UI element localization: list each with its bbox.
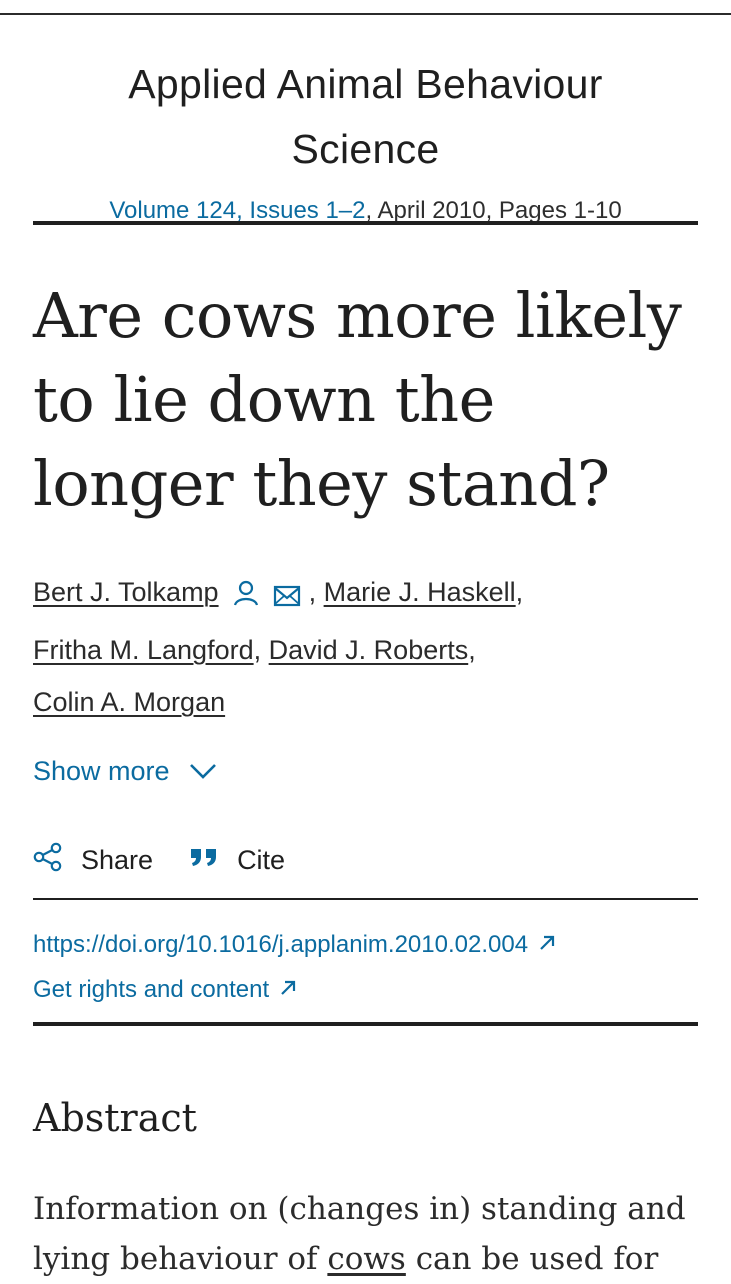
rights-link-text: Get rights and content <box>33 976 270 1003</box>
top-divider <box>0 13 731 15</box>
links-divider <box>33 1022 698 1026</box>
author-line-2: Fritha M. Langford, David J. Roberts, <box>33 624 701 676</box>
author-separator: , <box>515 577 524 607</box>
share-button[interactable]: Share <box>33 842 153 879</box>
cite-button[interactable]: Cite <box>189 845 285 876</box>
doi-link[interactable]: https://doi.org/10.1016/j.applanim.2010.… <box>33 922 556 967</box>
author-separator: , <box>468 635 476 665</box>
share-label: Share <box>81 845 154 875</box>
external-link-icon <box>269 967 297 1012</box>
envelope-icon[interactable] <box>273 572 301 624</box>
author-link[interactable]: Colin A. Morgan <box>33 687 225 717</box>
chevron-down-icon <box>188 756 218 787</box>
journal-title[interactable]: Applied Animal Behaviour Science <box>0 52 731 182</box>
share-icon <box>33 842 81 879</box>
header-divider <box>33 221 698 225</box>
issue-details: , April 2010, Pages 1-10 <box>365 197 622 224</box>
author-line-3: Colin A. Morgan <box>33 676 701 728</box>
author-line-1: Bert J. Tolkamp, Marie J. Haskell, <box>33 566 701 624</box>
person-icon[interactable] <box>233 572 259 624</box>
external-link-icon <box>528 922 556 967</box>
author-link[interactable]: David J. Roberts <box>269 635 469 665</box>
issue-link[interactable]: Volume 124, Issues 1–2 <box>109 197 365 224</box>
article-actions: Share Cite <box>33 842 285 879</box>
show-more-button[interactable]: Show more <box>33 756 218 787</box>
article-title: Are cows more likely to lie down the lon… <box>33 279 682 520</box>
quote-icon <box>189 845 237 876</box>
abstract-text-part2: can be used for <box>405 1241 659 1277</box>
journal-title-line1[interactable]: Applied Animal Behaviour <box>0 52 731 117</box>
author-link[interactable]: Bert J. Tolkamp <box>33 577 219 607</box>
cite-label: Cite <box>237 845 286 875</box>
abstract-term-link[interactable]: cows <box>327 1241 405 1277</box>
article-links: https://doi.org/10.1016/j.applanim.2010.… <box>33 922 556 1012</box>
journal-header: Applied Animal Behaviour Science Volume … <box>0 52 731 226</box>
abstract-text: Information on (changes in) standing and… <box>33 1184 701 1284</box>
show-more-label: Show more <box>33 756 170 786</box>
actions-divider <box>33 898 698 900</box>
abstract-heading: Abstract <box>33 1096 197 1140</box>
author-separator: , <box>253 635 262 665</box>
author-link[interactable]: Marie J. Haskell <box>324 577 516 607</box>
journal-title-line2[interactable]: Science <box>0 117 731 182</box>
doi-link-text: https://doi.org/10.1016/j.applanim.2010.… <box>33 931 529 958</box>
author-separator: , <box>308 577 317 607</box>
rights-link[interactable]: Get rights and content <box>33 967 556 1012</box>
author-list: Bert J. Tolkamp, Marie J. Haskell, Frith… <box>33 566 701 728</box>
author-link[interactable]: Fritha M. Langford <box>33 635 254 665</box>
